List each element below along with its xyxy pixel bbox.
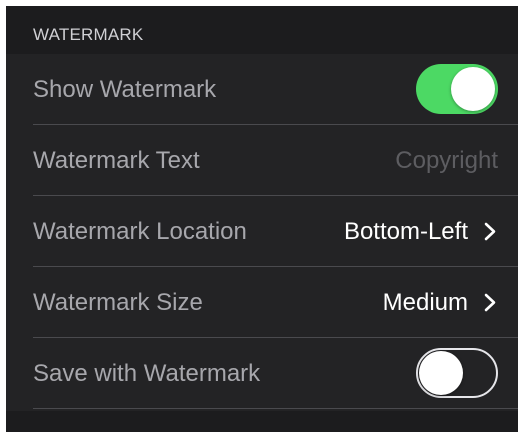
- save-with-watermark-row[interactable]: Save with Watermark: [6, 338, 518, 409]
- watermark-location-value: Bottom-Left: [343, 218, 468, 245]
- watermark-text-field[interactable]: Copyright: [395, 125, 498, 196]
- section-footer: [6, 411, 518, 432]
- section-header: WATERMARK: [6, 6, 518, 54]
- watermark-location-label: Watermark Location: [33, 218, 247, 245]
- settings-group: Show Watermark Watermark Text Copyright …: [6, 54, 518, 411]
- toggle-knob: [451, 67, 495, 111]
- row-separator: [33, 408, 518, 409]
- watermark-text-label: Watermark Text: [33, 147, 200, 174]
- watermark-location-row[interactable]: Watermark Location Bottom-Left: [6, 196, 518, 267]
- watermark-size-label: Watermark Size: [33, 289, 203, 316]
- toggle-knob: [419, 351, 463, 395]
- show-watermark-toggle[interactable]: [416, 64, 498, 114]
- chevron-right-icon: [484, 293, 496, 312]
- watermark-settings-panel: WATERMARK Show Watermark Watermark Text …: [6, 6, 518, 432]
- chevron-right-icon: [484, 222, 496, 241]
- show-watermark-row[interactable]: Show Watermark: [6, 54, 518, 125]
- save-with-watermark-toggle[interactable]: [416, 348, 498, 398]
- section-header-label: WATERMARK: [33, 25, 144, 44]
- watermark-text-row[interactable]: Watermark Text Copyright: [6, 125, 518, 196]
- watermark-size-value: Medium: [382, 289, 468, 316]
- watermark-size-row[interactable]: Watermark Size Medium: [6, 267, 518, 338]
- save-with-watermark-label: Save with Watermark: [33, 360, 261, 387]
- show-watermark-label: Show Watermark: [33, 76, 217, 103]
